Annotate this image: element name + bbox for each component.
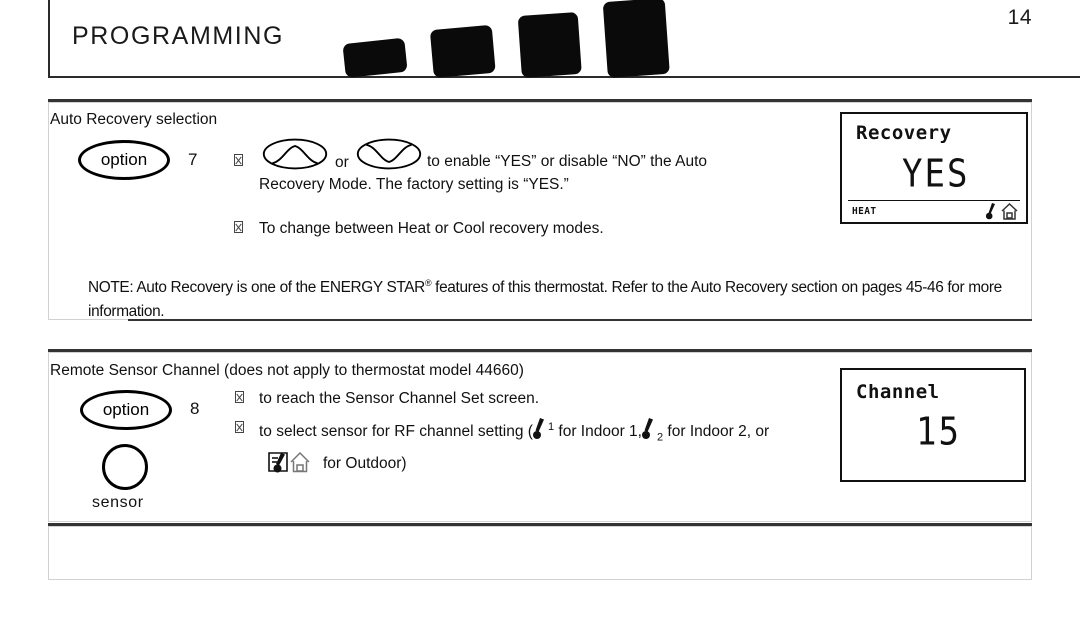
lcd-channel-screen: Channel 15 bbox=[840, 368, 1026, 482]
sensor-button-label: sensor bbox=[92, 494, 144, 511]
missing-glyph-box-icon bbox=[234, 154, 243, 166]
section-2-bullet-1-text: to reach the Sensor Channel Set screen. bbox=[259, 390, 540, 407]
lcd-channel-value: 15 bbox=[916, 410, 961, 455]
option-button-label: option bbox=[100, 150, 148, 169]
section-2-bullet-2-text: to select sensor for RF channel setting … bbox=[259, 416, 779, 482]
lcd-recovery-status-icons bbox=[984, 200, 1026, 227]
note-line1-part-b: features of this thermostat. Refer to th… bbox=[431, 279, 858, 296]
bullet-2-part5: for Outdoor) bbox=[323, 455, 407, 473]
thermometer-indoor1-icon bbox=[532, 416, 548, 447]
bullet-2-part3: for bbox=[663, 423, 686, 441]
section-1-bullet-1-text: to enable “YES” or disable “NO” the Auto… bbox=[259, 153, 708, 193]
missing-glyph-box-icon bbox=[235, 391, 244, 403]
decorative-bar-4 bbox=[602, 0, 670, 78]
decorative-bars-graphic bbox=[300, 0, 700, 78]
section-1-bullet-2-marker bbox=[234, 219, 243, 237]
outdoor-sensor-icon bbox=[265, 449, 317, 482]
note-line1-part-a: NOTE: Auto Recovery is one of the ENERGY… bbox=[88, 279, 425, 296]
step-number-7: 7 bbox=[188, 150, 198, 169]
decorative-bar-1 bbox=[342, 37, 408, 78]
decorative-bar-3 bbox=[517, 11, 582, 78]
section-1-note: NOTE: Auto Recovery is one of the ENERGY… bbox=[88, 271, 1013, 324]
missing-glyph-box-icon bbox=[234, 221, 243, 233]
page-title: PROGRAMMING bbox=[72, 22, 285, 50]
section-1-bullet-2-text: To change between Heat or Cool recovery … bbox=[259, 220, 604, 237]
house-icon bbox=[1001, 202, 1018, 220]
lcd-recovery-screen: Recovery YES HEAT bbox=[840, 112, 1028, 224]
lcd-recovery-value: YES bbox=[902, 152, 970, 197]
section-2-bullet-2-marker bbox=[235, 419, 244, 437]
section-1-bullet-1-marker bbox=[234, 152, 243, 170]
option-button-label: option bbox=[102, 400, 150, 419]
page-header: PROGRAMMING bbox=[48, 0, 1080, 78]
option-button-7[interactable]: option bbox=[78, 140, 170, 180]
lcd-recovery-mode: HEAT bbox=[852, 206, 877, 217]
section-1-title: Auto Recovery selection bbox=[50, 111, 218, 128]
section-2-title: Remote Sensor Channel (does not apply to… bbox=[50, 362, 524, 379]
decorative-bar-2 bbox=[429, 24, 496, 78]
sensor-button[interactable] bbox=[102, 444, 148, 490]
thermometer-indoor2-icon bbox=[641, 416, 657, 447]
bullet-2-part1: to select sensor for RF channel setting … bbox=[259, 423, 533, 441]
option-button-8[interactable]: option bbox=[80, 390, 172, 430]
missing-glyph-box-icon bbox=[235, 421, 244, 433]
section-1-note-rule bbox=[128, 319, 1032, 321]
step-number-8: 8 bbox=[190, 399, 200, 418]
section-2-bullet-1-marker bbox=[235, 389, 244, 407]
footer-panel bbox=[48, 526, 1032, 580]
lcd-channel-title: Channel bbox=[856, 381, 940, 403]
bullet-2-part2: for Indoor 1, bbox=[554, 423, 642, 441]
bullet-2-part4: Indoor 2, or bbox=[689, 423, 770, 441]
thermometer-and-house-icons bbox=[985, 202, 1018, 220]
thermometer-icon bbox=[985, 203, 995, 220]
lcd-recovery-title: Recovery bbox=[856, 122, 952, 144]
